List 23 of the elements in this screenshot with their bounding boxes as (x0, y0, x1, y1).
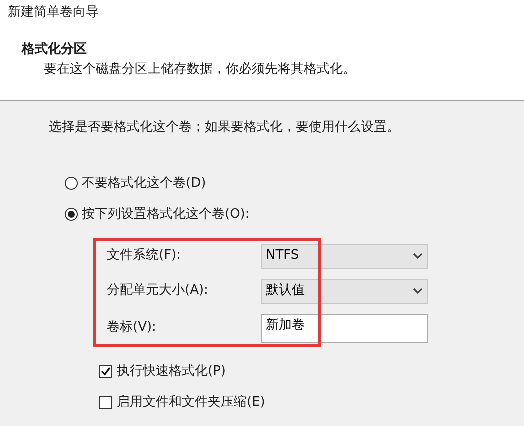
page-subtitle: 要在这个磁盘分区上储存数据，你必须先将其格式化。 (44, 61, 357, 79)
checkbox[interactable] (99, 364, 112, 378)
dropdown[interactable]: 默认值 (261, 278, 428, 304)
window-title: 新建简单卷向导 (8, 4, 100, 22)
dropdown-value: 默认值 (266, 282, 305, 300)
checkmark-icon (100, 366, 110, 376)
input-field[interactable]: 新加卷 (261, 314, 428, 342)
field-label: 分配单元大小(A): (107, 282, 210, 300)
field-label: 卷标(V): (107, 319, 158, 338)
radio-option[interactable]: 按下列设置格式化这个卷(O): (65, 205, 250, 224)
chevron-down-icon (413, 253, 423, 259)
radio-option[interactable]: 不要格式化这个卷(D) (65, 174, 206, 193)
checkbox[interactable] (99, 396, 112, 410)
radio-button[interactable] (65, 208, 78, 222)
checkbox-option[interactable]: 启用文件和文件夹压缩(E) (99, 393, 266, 412)
dropdown[interactable]: NTFS (261, 244, 428, 268)
instruction-text: 选择是否要格式化这个卷；如果要格式化，要使用什么设置。 (49, 119, 401, 137)
page-heading: 格式化分区 (22, 40, 88, 58)
dropdown-value: NTFS (266, 247, 300, 266)
checkbox-option[interactable]: 执行快速格式化(P) (99, 362, 226, 381)
chevron-down-icon (413, 288, 423, 294)
field-label: 文件系统(F): (107, 247, 182, 266)
radio-button[interactable] (65, 176, 78, 190)
